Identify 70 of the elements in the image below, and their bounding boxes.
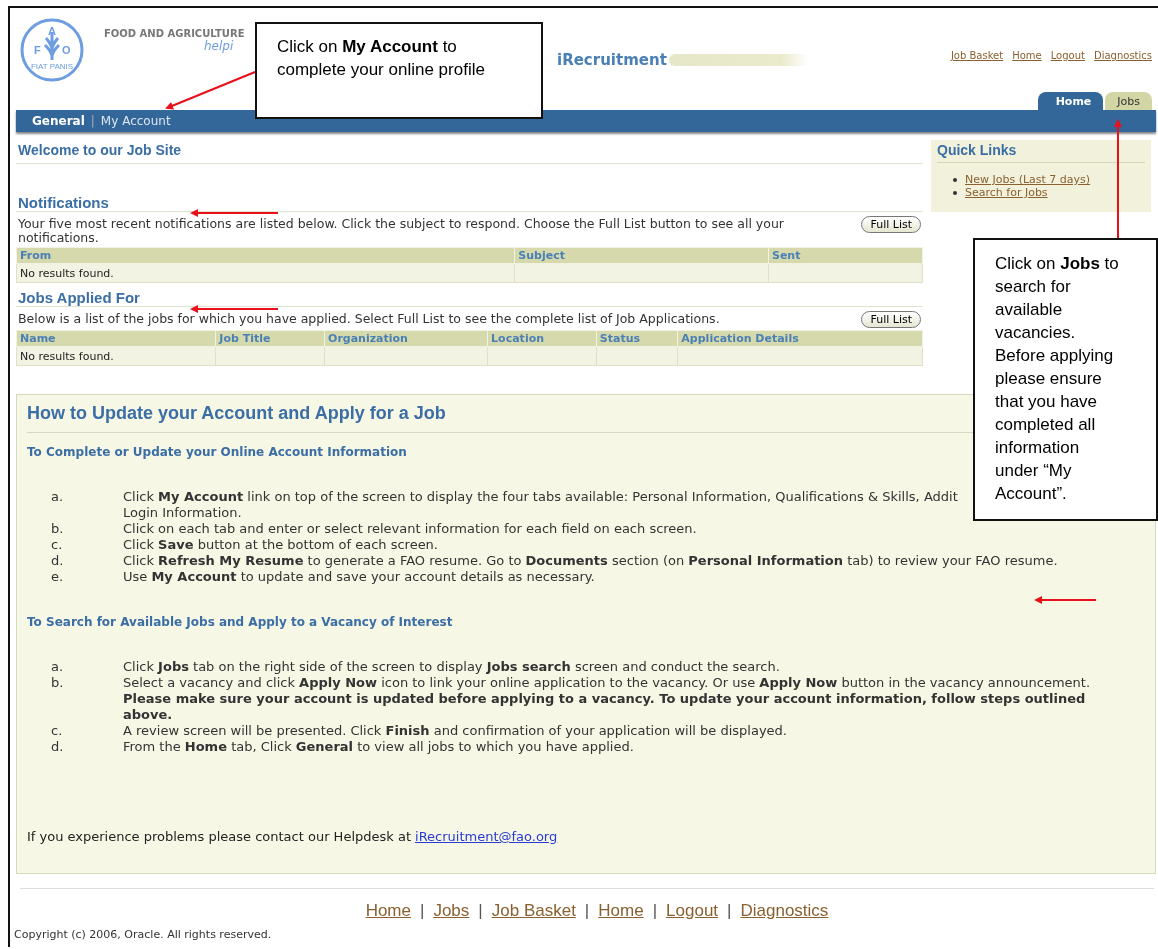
tab[interactable]: Jobs [1105, 92, 1152, 110]
separator: | [727, 901, 732, 921]
column-header: Organization [324, 330, 488, 347]
section-title: Jobs Applied For [16, 289, 923, 307]
column-header: From [16, 247, 515, 264]
guide-section-heading: To Search for Available Jobs and Apply to a Vacancy of Interest [27, 615, 453, 629]
email-link[interactable]: iRecruitment@fao.org [415, 829, 558, 844]
bullet-icon [953, 177, 957, 182]
step-marker: a. [51, 659, 65, 675]
step-text: Select a vacancy and click Apply Now icon to link your online application to the vacancy. Or use Apply Now button in the vacancy announcement. Please make sure your account is updated before applying to a vacancy. To update your account information, follow steps outlined above. [123, 675, 1091, 723]
global-link[interactable]: Logout [1050, 50, 1085, 61]
panel-title: Quick Links [937, 142, 1145, 163]
tab[interactable]: Home [1037, 92, 1104, 110]
page-title: Welcome to our Job Site [16, 140, 923, 164]
contact-text: If you experience problems please contact our Helpdesk at [27, 829, 411, 844]
guide-section-heading: To Complete or Update your Online Account Information [27, 445, 407, 459]
section-title: Notifications [16, 194, 923, 212]
footer-link[interactable]: Job Basket [491, 901, 576, 921]
column-header: Sent [768, 247, 923, 264]
step-marker: c. [51, 723, 64, 739]
subnav-link[interactable]: General [32, 114, 85, 128]
column-header: Job Title [215, 330, 325, 347]
app-title: iRecruitment [557, 51, 667, 69]
bullet-icon [953, 190, 957, 195]
step-text: Click Jobs tab on the right side of the screen to display Jobs search screen and conduct the search. [123, 659, 780, 675]
footer-link[interactable]: Home [365, 901, 411, 921]
separator: | [420, 901, 425, 921]
column-header: Application Details [677, 330, 923, 347]
quick-link[interactable]: Search for Jobs [965, 186, 1048, 199]
column-header: Subject [514, 247, 769, 264]
step-text: Use My Account to update and save your account details as necessary. [123, 569, 595, 585]
footer-link[interactable]: Jobs [433, 901, 470, 921]
separator: | [478, 901, 483, 921]
quick-link[interactable]: New Jobs (Last 7 days) [965, 173, 1091, 186]
column-header: Status [596, 330, 678, 347]
callout-text: Click on My Account to complete your online profile [277, 37, 485, 79]
step-text: A review screen will be presented. Click Finish and confirmation of your application will be displayed. [123, 723, 787, 739]
footer-link[interactable]: Home [598, 901, 644, 921]
column-header: Location [487, 330, 597, 347]
global-link[interactable]: Home [1012, 50, 1042, 61]
subnav-link[interactable]: My Account [100, 114, 171, 128]
step-marker: b. [51, 521, 65, 537]
step-text: From the Home tab, Click General to view all jobs to which you have applied. [123, 739, 634, 755]
full-list-button[interactable]: Full List [861, 216, 921, 233]
step-text: Login Information. [123, 505, 242, 521]
separator: | [584, 901, 590, 921]
organization-name: FOOD AND AGRICULTURE [104, 28, 246, 39]
tagline: helpi [204, 39, 235, 53]
arrow [1034, 596, 1097, 604]
footer-link[interactable]: Logout [666, 901, 719, 921]
step-marker: a. [51, 489, 65, 506]
step-marker: c. [51, 537, 64, 553]
step-text: Click Refresh My Resume to generate a FAO resume. Go to Documents section (on Personal Information tab) to review your FAO resume. [123, 553, 1058, 569]
section-description: Your five most recent notifications are listed below. Click the subject to respond. Choose the Full List button to see all your notifications. [18, 217, 785, 245]
step-text: Click Save button at the bottom of each screen. [123, 537, 438, 553]
step-marker: d. [51, 553, 65, 569]
step-text: Click on each tab and enter or select relevant information for each field on each screen. [123, 521, 697, 537]
global-link[interactable]: Job Basket [950, 50, 1004, 61]
copyright-text: Copyright (c) 2006, Oracle. All rights reserved. [14, 928, 272, 941]
full-list-button[interactable]: Full List [861, 311, 921, 328]
step-marker: d. [51, 739, 65, 755]
step-marker: e. [51, 569, 65, 585]
step-marker: b. [51, 675, 65, 692]
separator: | [652, 901, 658, 921]
step-text: Click My Account link on top of the screen to display the four tabs available: Personal Information, Qualifications & Skills, Addit [123, 489, 958, 505]
section-description: Below is a list of the jobs for which you have applied. Select Full List to see the complete list of Job Applications. [18, 312, 720, 326]
column-header: Name [16, 330, 216, 347]
footer-link[interactable]: Diagnostics [740, 901, 829, 921]
separator: | [90, 114, 95, 128]
global-link[interactable]: Diagnostics [1093, 50, 1152, 61]
